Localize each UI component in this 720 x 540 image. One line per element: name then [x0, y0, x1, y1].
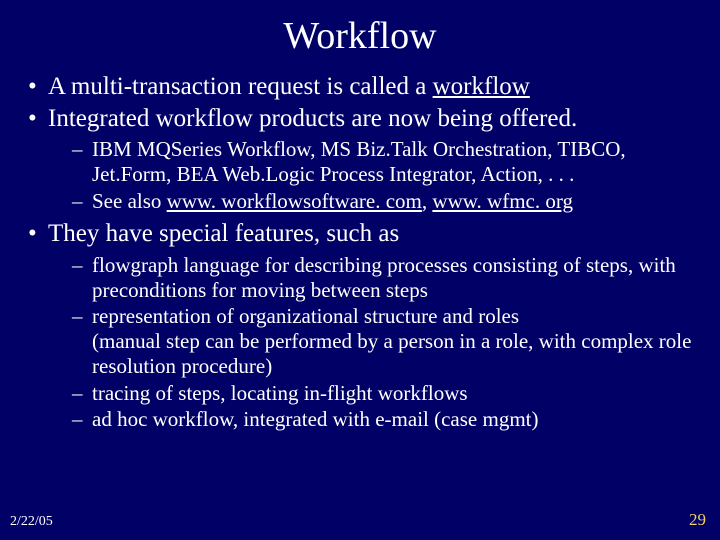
bullet-2-sublist: IBM MQSeries Workflow, MS Biz.Talk Orche… — [48, 137, 694, 213]
bullet-2-sub-1: IBM MQSeries Workflow, MS Biz.Talk Orche… — [72, 137, 694, 187]
bullet-2-sub-2: See also www. workflowsoftware. com, www… — [72, 189, 694, 214]
bullet-2: Integrated workflow products are now bei… — [22, 104, 694, 214]
link-wfmc[interactable]: www. wfmc. org — [432, 189, 573, 213]
bullet-2-text: Integrated workflow products are now bei… — [48, 105, 577, 132]
slide: Workflow A multi-transaction request is … — [0, 0, 720, 540]
bullet-list: A multi-transaction request is called a … — [16, 72, 704, 432]
bullet-3-sub-4: ad hoc workflow, integrated with e-mail … — [72, 407, 694, 432]
link-workflowsoftware[interactable]: www. workflowsoftware. com — [167, 189, 422, 213]
bullet-3-sub-1: flowgraph language for describing proces… — [72, 253, 694, 303]
footer-page-number: 29 — [689, 510, 706, 530]
bullet-1-text: A multi-transaction request is called a — [48, 73, 433, 100]
bullet-3-sublist: flowgraph language for describing proces… — [48, 253, 694, 432]
bullet-3-sub-3: tracing of steps, locating in-flight wor… — [72, 381, 694, 406]
bullet-3: They have special features, such as flow… — [22, 219, 694, 432]
bullet-3-text: They have special features, such as — [48, 220, 399, 247]
bullet-2-sub-2-pre: See also — [92, 189, 167, 213]
bullet-2-sub-2-mid: , — [422, 189, 433, 213]
slide-title: Workflow — [16, 14, 704, 58]
bullet-3-sub-2: representation of organizational structu… — [72, 304, 694, 378]
bullet-1-underline: workflow — [433, 73, 530, 100]
footer-date: 2/22/05 — [10, 514, 53, 530]
bullet-1: A multi-transaction request is called a … — [22, 72, 694, 102]
